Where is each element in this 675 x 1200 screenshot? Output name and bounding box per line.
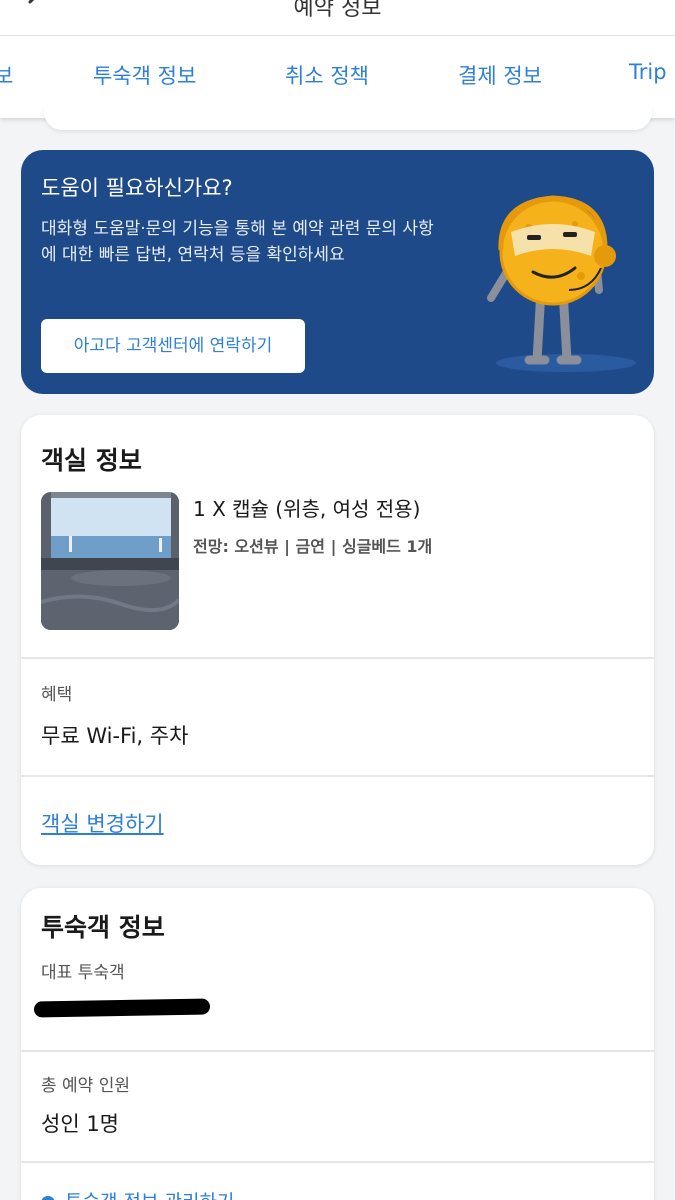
room-photo-image <box>41 492 179 630</box>
previous-card <box>44 108 652 130</box>
divider <box>21 1050 654 1052</box>
divider <box>21 1161 654 1163</box>
page-title: 예약 정보 <box>293 0 382 21</box>
room-name: 1 X 캡슐 (위층, 여성 전용) <box>193 497 421 521</box>
manage-guest-link[interactable]: 투숙객 정보 관리하기 <box>41 1187 234 1200</box>
tab-cancellation-policy[interactable]: 취소 정책 <box>285 60 369 90</box>
lead-guest-label: 대표 투숙객 <box>41 963 125 983</box>
person-icon <box>41 1195 55 1200</box>
contact-support-button[interactable]: 아고다 고객센터에 연락하기 <box>41 319 305 373</box>
tab-overview[interactable]: 보 <box>0 60 13 90</box>
manage-guest-label: 투숙객 정보 관리하기 <box>65 1191 234 1200</box>
benefits-value: 무료 Wi-Fi, 주차 <box>41 724 189 748</box>
total-guests-value: 성인 1명 <box>41 1112 119 1136</box>
help-title: 도움이 필요하신가요? <box>41 176 233 200</box>
tab-payment-info[interactable]: 결제 정보 <box>458 60 542 90</box>
help-description: 대화형 도움말·문의 기능을 통해 본 예약 관련 문의 사항에 대한 빠른 답… <box>41 219 434 265</box>
benefits-label: 혜택 <box>41 685 73 705</box>
room-details: 전망: 오션뷰 | 금연 | 싱글베드 1개 <box>193 537 433 556</box>
room-info-card: 객실 정보 1 X 캡슐 (위층, 여성 전용) 전망: 오션뷰 | 금연 | … <box>21 415 654 865</box>
room-photo[interactable] <box>41 492 179 630</box>
tab-guest-info[interactable]: 투숙객 정보 <box>93 60 196 90</box>
room-info-title: 객실 정보 <box>41 446 142 475</box>
guest-info-title: 투숙객 정보 <box>41 913 165 942</box>
guest-info-card: 투숙객 정보 대표 투숙객 총 예약 인원 성인 1명 투숙객 정보 관리하기 <box>21 888 654 1200</box>
section-tabs: 보 투숙객 정보 취소 정책 결제 정보 Trip <box>0 36 675 118</box>
help-banner: 도움이 필요하신가요? 대화형 도움말·문의 기능을 통해 본 예약 관련 문의… <box>21 150 654 394</box>
tab-trip[interactable]: Trip <box>629 60 667 84</box>
redacted-guest-name <box>33 998 211 1018</box>
divider <box>21 657 654 659</box>
divider <box>21 775 654 777</box>
change-room-link[interactable]: 객실 변경하기 <box>41 808 164 838</box>
total-guests-label: 총 예약 인원 <box>41 1076 131 1096</box>
support-mascot-illustration <box>487 195 636 372</box>
top-header: 예약 정보 <box>0 0 675 36</box>
